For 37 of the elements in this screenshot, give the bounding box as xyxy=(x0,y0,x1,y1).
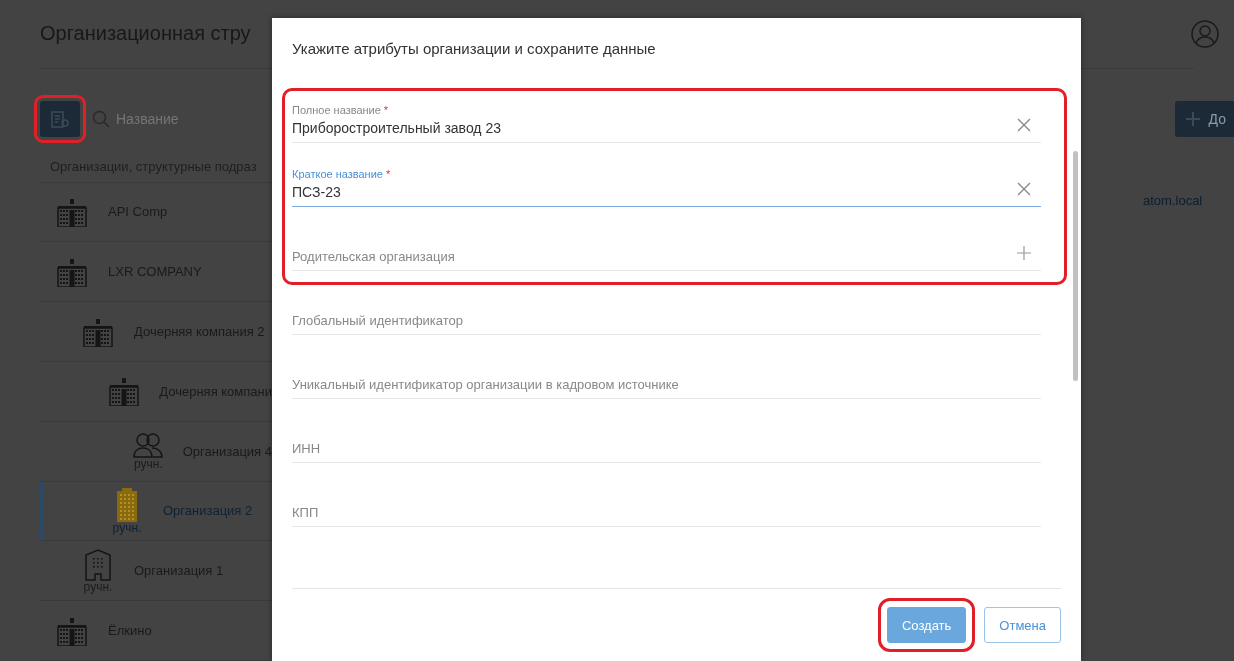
field-placeholder: Глобальный идентификатор xyxy=(292,313,465,328)
field-placeholder: КПП xyxy=(292,505,320,520)
user-icon[interactable] xyxy=(1191,19,1219,48)
building-icon xyxy=(57,196,87,227)
form-field[interactable]: Уникальный идентификатор организации в кадровом источнике xyxy=(292,335,1041,399)
plus-icon xyxy=(1184,110,1201,127)
form-field[interactable]: Полное название * Приборостроительный завод 23 xyxy=(292,79,1041,143)
dialog-title: Укажите атрибуты организации и сохраните данные xyxy=(291,39,657,59)
building-icon xyxy=(83,316,113,347)
clear-icon[interactable] xyxy=(1017,118,1031,132)
add-icon[interactable] xyxy=(1017,246,1031,260)
form-field[interactable]: Глобальный идентификатор xyxy=(292,271,1041,335)
text-input[interactable]: Приборостроительный завод 23 xyxy=(292,120,1017,136)
add-button[interactable]: До xyxy=(1174,100,1234,137)
clear-icon[interactable] xyxy=(1017,182,1031,196)
tower-building-icon xyxy=(115,487,139,522)
building-icon xyxy=(108,376,139,407)
form-field[interactable]: КПП xyxy=(292,463,1041,527)
form-field[interactable]: Родительская организация xyxy=(292,207,1041,271)
field-label: Полное название * xyxy=(292,104,390,116)
cancel-button[interactable]: Отмена xyxy=(984,607,1061,643)
form-field[interactable]: Краткое название * ПСЗ-23 xyxy=(292,143,1041,207)
form-field[interactable]: ИНН xyxy=(292,399,1041,463)
building-icon xyxy=(57,256,87,287)
field-placeholder: ИНН xyxy=(292,441,322,456)
office-building-icon xyxy=(84,548,112,581)
field-placeholder: Уникальный идентификатор организации в кадровом источнике xyxy=(292,377,680,392)
required-mark: * xyxy=(383,104,389,116)
people-icon xyxy=(133,432,164,459)
text-input[interactable]: ПСЗ-23 xyxy=(292,184,1017,200)
required-mark: * xyxy=(385,168,391,180)
building-icon xyxy=(57,615,87,646)
field-label: Краткое название * xyxy=(292,168,392,180)
clipboard-icon xyxy=(50,109,70,128)
scrollbar[interactable] xyxy=(1073,151,1078,381)
search-icon xyxy=(92,109,110,128)
field-placeholder: Родительская организация xyxy=(292,249,456,264)
